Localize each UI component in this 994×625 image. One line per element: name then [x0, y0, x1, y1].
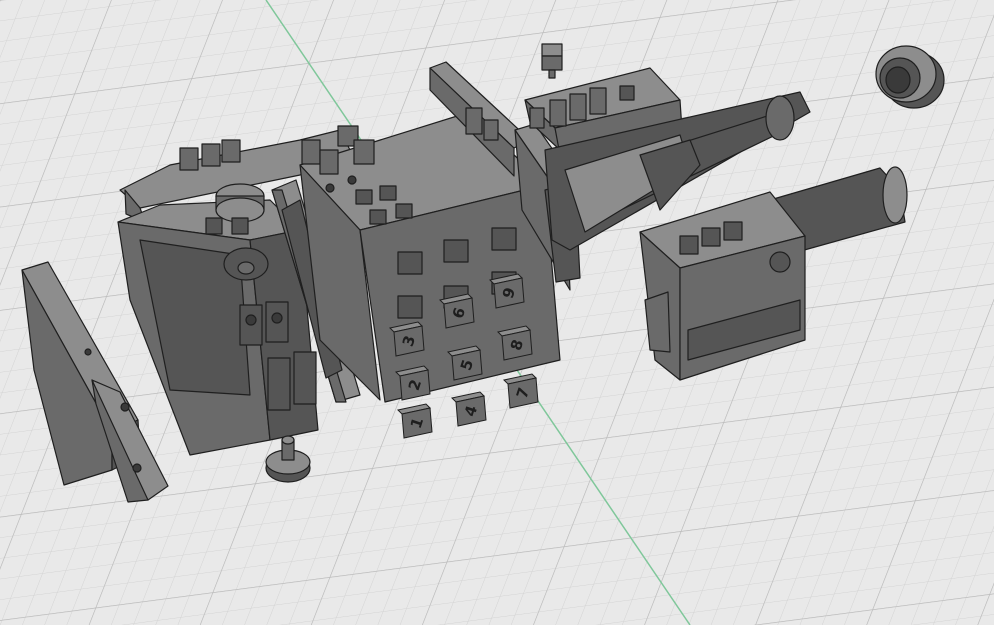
model-face [397, 251, 423, 275]
model-face [120, 402, 130, 412]
model-face [569, 93, 587, 121]
model-face [369, 209, 387, 225]
keypad-key-1[interactable]: 1 [396, 403, 433, 439]
keypad-key-9[interactable]: 9 [488, 273, 525, 309]
model-face [271, 312, 283, 324]
model-face [769, 251, 791, 273]
model-face [353, 139, 375, 165]
model-face [293, 351, 317, 405]
model-face [679, 235, 699, 255]
model-face [541, 43, 563, 57]
model-face [483, 119, 499, 141]
model-face [281, 435, 295, 445]
model-face [267, 357, 291, 411]
scene-canvas[interactable]: 123456789 [0, 0, 994, 625]
model-face [395, 203, 413, 219]
model-face [549, 99, 567, 127]
keypad-key-3[interactable]: 3 [388, 321, 425, 357]
model-face [397, 295, 423, 319]
model-face [701, 227, 721, 247]
keypad-key-5[interactable]: 5 [446, 345, 483, 381]
model-face [355, 189, 373, 205]
model-face [319, 149, 339, 175]
model-face [443, 239, 469, 263]
keypad-key-7[interactable]: 7 [502, 373, 539, 409]
model-face [132, 463, 142, 473]
model-face [491, 227, 517, 251]
keypad-key-8[interactable]: 8 [496, 325, 533, 361]
model-face [221, 139, 241, 163]
model-face [205, 217, 223, 235]
model-face [765, 95, 795, 141]
keypad-key-2[interactable]: 2 [394, 365, 431, 401]
model-face [301, 139, 321, 165]
model-face [548, 69, 556, 79]
model-face [589, 87, 607, 115]
model-face [541, 55, 563, 71]
model-face [245, 314, 257, 326]
model-face [325, 183, 335, 193]
model-face [529, 107, 545, 129]
model-face [644, 291, 671, 353]
model-face [231, 217, 249, 235]
model-face [619, 85, 635, 101]
model-face [723, 221, 743, 241]
model-face [201, 143, 221, 167]
model-face [84, 348, 92, 356]
model-face [882, 166, 908, 224]
3d-viewport[interactable]: 123456789 [0, 0, 994, 625]
keypad-key-4[interactable]: 4 [450, 391, 487, 427]
model-face [347, 175, 357, 185]
model-face [179, 147, 199, 171]
model-face [237, 261, 255, 275]
model-face [379, 185, 397, 201]
model-face [885, 66, 911, 94]
keypad-key-6[interactable]: 6 [438, 293, 475, 329]
model-face [465, 107, 483, 135]
